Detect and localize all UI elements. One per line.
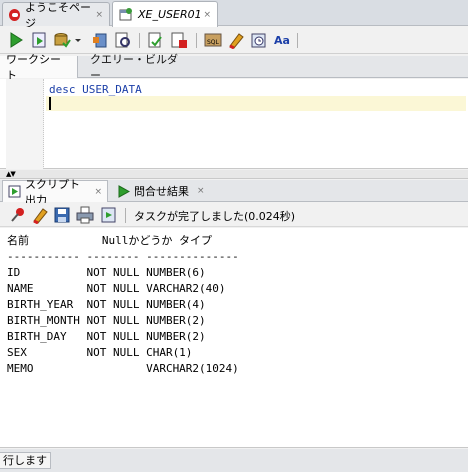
sql-tuning-icon[interactable] xyxy=(170,31,188,49)
tab-welcome-label: ようこそページ xyxy=(25,0,92,30)
commit-icon[interactable] xyxy=(53,31,71,49)
status-bar-text: 行します xyxy=(0,452,51,469)
worksheet-toolbar: SQL Aa xyxy=(0,27,468,54)
pin-icon[interactable] xyxy=(9,206,27,224)
tab-worksheet[interactable]: ワークシート xyxy=(0,53,78,82)
text-caret xyxy=(49,97,51,110)
script-output-icon xyxy=(8,185,21,198)
output-row: ID NOT NULL NUMBER(6) xyxy=(7,266,206,279)
output-divider-row: ----------- -------- -------------- xyxy=(7,250,239,263)
tab-query-builder[interactable]: クエリー・ビルダー xyxy=(84,53,194,82)
document-tab-bar: ようこそページ × XE_USER01 × xyxy=(0,0,468,30)
chevron-down-icon[interactable] xyxy=(73,31,83,49)
editor-line-1[interactable]: desc USER_DATA xyxy=(49,83,142,96)
close-icon[interactable]: × xyxy=(203,10,211,20)
output-row: BIRTH_MONTH NOT NULL NUMBER(2) xyxy=(7,314,206,327)
status-bar: 行します xyxy=(0,449,468,472)
sql-worksheet-icon xyxy=(119,8,133,21)
output-row: BIRTH_YEAR NOT NULL NUMBER(4) xyxy=(7,298,206,311)
export-icon[interactable] xyxy=(100,206,118,224)
eraser-icon[interactable] xyxy=(31,206,49,224)
monitor-icon[interactable]: SQL xyxy=(204,31,222,49)
output-toolbar: タスクが完了しました(0.024秒) xyxy=(0,203,468,227)
collapse-arrows-icon[interactable]: ▲▼ xyxy=(6,171,16,178)
tab-query-result[interactable]: 問合せ結果 × xyxy=(112,180,212,202)
worksheet-tab-bar: ワークシート クエリー・ビルダー xyxy=(0,53,468,82)
format-case-icon[interactable]: Aa xyxy=(273,31,291,49)
current-line-highlight xyxy=(46,96,466,111)
run-script-icon[interactable] xyxy=(30,31,48,49)
tab-welcome-page[interactable]: ようこそページ × xyxy=(2,1,110,30)
close-icon[interactable]: × xyxy=(95,10,103,20)
save-icon[interactable] xyxy=(53,206,71,224)
output-row: MEMO VARCHAR2(1024) xyxy=(7,362,239,375)
svg-text:SQL: SQL xyxy=(207,39,220,46)
tab-xe-user01[interactable]: XE_USER01 × xyxy=(112,1,218,27)
output-tab-bar: スクリプト出力 × 問合せ結果 × xyxy=(0,178,468,207)
rollback-icon[interactable] xyxy=(92,31,110,49)
close-icon[interactable]: × xyxy=(94,187,102,197)
tab-xe-user01-label: XE_USER01 xyxy=(138,8,202,21)
tab-script-output[interactable]: スクリプト出力 × xyxy=(2,178,108,207)
line-gutter xyxy=(6,79,44,169)
sql-editor[interactable]: desc USER_DATA xyxy=(0,79,468,169)
tab-query-result-label: 問合せ結果 xyxy=(134,185,189,198)
script-output-area[interactable]: 名前 Nullかどうか タイプ ----------- -------- ---… xyxy=(0,228,468,448)
task-status: タスクが完了しました(0.024秒) xyxy=(134,210,296,223)
run-statement-icon[interactable] xyxy=(7,31,25,49)
output-row: NAME NOT NULL VARCHAR2(40) xyxy=(7,282,226,295)
svg-text:Aa: Aa xyxy=(274,34,290,47)
oracle-icon xyxy=(9,8,21,21)
history-icon[interactable] xyxy=(250,31,268,49)
toolbar-separator xyxy=(139,33,140,48)
autotrace-icon[interactable] xyxy=(114,31,132,49)
toolbar-separator xyxy=(125,208,126,223)
query-result-icon xyxy=(117,184,131,198)
output-header-row: 名前 Nullかどうか タイプ xyxy=(7,234,212,247)
clear-icon[interactable] xyxy=(227,31,245,49)
output-row: BIRTH_DAY NOT NULL NUMBER(2) xyxy=(7,330,206,343)
toolbar-separator xyxy=(297,33,298,48)
close-icon[interactable]: × xyxy=(197,186,205,196)
print-icon[interactable] xyxy=(76,206,94,224)
output-row: SEX NOT NULL CHAR(1) xyxy=(7,346,193,359)
toolbar-separator xyxy=(196,33,197,48)
explain-plan-icon[interactable] xyxy=(147,31,165,49)
